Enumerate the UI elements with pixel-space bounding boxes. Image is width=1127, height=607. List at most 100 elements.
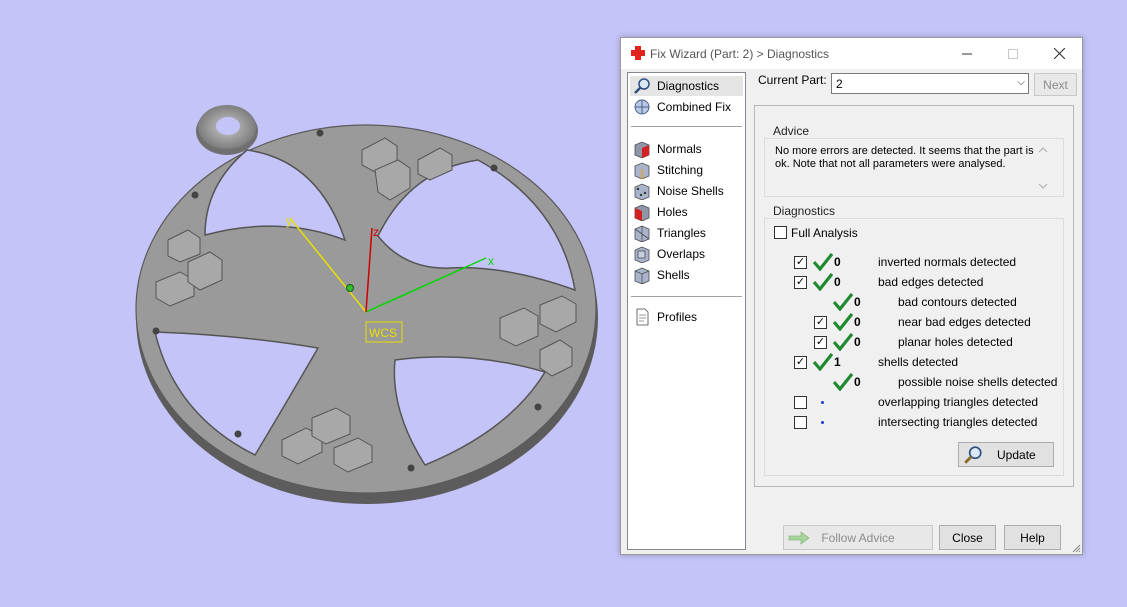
nav-item-overlaps[interactable]: Overlaps (630, 244, 743, 264)
label-bad-edges: bad edges detected (878, 275, 984, 289)
magnifier-icon (964, 445, 982, 464)
current-part-value: 2 (836, 77, 843, 91)
current-part-label: Current Part: (758, 73, 827, 87)
axis-label-y: y (286, 214, 292, 228)
check-bad-edges[interactable]: ✓ (794, 276, 807, 289)
count-near-bad-edges: 0 (854, 315, 861, 329)
chevron-down-icon: ⌵ (1017, 77, 1025, 88)
3d-viewport[interactable]: y x z WCS (0, 0, 620, 607)
magnifier-icon (634, 78, 650, 94)
checkmark-icon (833, 333, 853, 351)
close-button[interactable]: Close (939, 525, 996, 550)
shells-icon (634, 267, 650, 284)
check-near-bad-edges[interactable]: ✓ (814, 316, 827, 329)
nav-label: Combined Fix (657, 100, 732, 114)
status-dot (821, 421, 824, 424)
axis-label-x: x (488, 254, 494, 268)
nav-label: Shells (657, 268, 690, 282)
nav-item-profiles[interactable]: Profiles (630, 307, 743, 327)
minimize-button[interactable] (944, 38, 990, 69)
nav-item-noise-shells[interactable]: Noise Shells (630, 181, 743, 201)
check-planar-holes[interactable]: ✓ (814, 336, 827, 349)
full-analysis-label: Full Analysis (791, 226, 858, 240)
update-button[interactable]: Update (958, 442, 1054, 467)
nav-item-normals[interactable]: Normals (630, 139, 743, 159)
update-label: Update (997, 447, 1036, 462)
full-analysis-checkbox[interactable] (774, 226, 787, 239)
nav-item-diagnostics[interactable]: Diagnostics (630, 76, 743, 96)
count-shells: 1 (834, 355, 841, 369)
help-button[interactable]: Help (1004, 525, 1061, 550)
triangles-icon (634, 225, 650, 242)
checkmark-icon (813, 273, 833, 291)
nav-item-holes[interactable]: Holes (630, 202, 743, 222)
maximize-button[interactable] (990, 38, 1036, 69)
check-shells[interactable]: ✓ (794, 356, 807, 369)
count-planar-holes: 0 (854, 335, 861, 349)
label-bad-contours: bad contours detected (898, 295, 1017, 309)
diagnostics-title: Diagnostics (771, 204, 838, 218)
profiles-icon (636, 308, 649, 326)
count-bad-edges: 0 (834, 275, 841, 289)
nav-label: Profiles (657, 310, 698, 324)
arrow-right-icon (788, 531, 810, 545)
checkmark-icon (833, 373, 853, 391)
checkmark-icon (833, 293, 853, 311)
combined-fix-icon (634, 99, 650, 115)
checkmark-icon (833, 313, 853, 331)
wcs-label: WCS (369, 326, 397, 340)
pendant-ring (196, 105, 258, 155)
count-noise-shells: 0 (854, 375, 861, 389)
overlaps-icon (634, 246, 650, 263)
normals-icon (634, 141, 650, 158)
checkmark-icon (813, 253, 833, 271)
nav-label: Diagnostics (657, 79, 720, 93)
axis-label-z: z (373, 225, 379, 239)
close-window-button[interactable] (1036, 38, 1082, 69)
close-icon (1053, 48, 1065, 59)
advice-title: Advice (771, 124, 812, 138)
status-dot (821, 401, 824, 404)
next-button[interactable]: Next (1034, 73, 1077, 96)
nav-item-combined-fix[interactable]: Combined Fix (630, 97, 743, 117)
dialog-title: Fix Wizard (Part: 2) > Diagnostics (650, 47, 830, 61)
nav-label: Normals (657, 142, 702, 156)
nav-label: Triangles (657, 226, 706, 240)
minimize-icon (962, 53, 972, 54)
red-cross-icon (631, 46, 645, 60)
title-bar[interactable]: Fix Wizard (Part: 2) > Diagnostics (621, 38, 1082, 69)
label-shells: shells detected (878, 355, 959, 369)
check-inverted-normals[interactable]: ✓ (794, 256, 807, 269)
nav-label: Overlaps (657, 247, 706, 261)
nav-separator (631, 296, 742, 297)
nav-label: Stitching (657, 163, 704, 177)
follow-advice-button[interactable]: Follow Advice (783, 525, 933, 550)
label-overlapping-triangles: overlapping triangles detected (878, 395, 1039, 409)
wizard-nav-list[interactable]: Diagnostics Combined Fix Normals Stitchi… (627, 72, 746, 550)
label-near-bad-edges: near bad edges detected (898, 315, 1031, 329)
nav-item-stitching[interactable]: Stitching (630, 160, 743, 180)
advice-scrollbar[interactable] (1036, 145, 1050, 191)
follow-advice-label: Follow Advice (821, 530, 895, 545)
maximize-icon (1008, 48, 1018, 59)
nav-item-triangles[interactable]: Triangles (630, 223, 743, 243)
noise-shells-icon (634, 183, 650, 200)
advice-text: No more errors are detected. It seems th… (775, 145, 1034, 170)
check-overlapping-triangles[interactable] (794, 396, 807, 409)
pendant-model[interactable] (135, 124, 598, 504)
checkmark-icon (813, 353, 833, 371)
resize-grip-icon[interactable] (1071, 543, 1081, 553)
label-inverted-normals: inverted normals detected (878, 255, 1017, 269)
count-inverted-normals: 0 (834, 255, 841, 269)
stitching-icon (634, 162, 650, 179)
holes-icon (634, 204, 650, 221)
fix-wizard-dialog: Fix Wizard (Part: 2) > Diagnostics Diagn… (620, 37, 1083, 555)
nav-item-shells[interactable]: Shells (630, 265, 743, 285)
nav-separator (631, 126, 742, 127)
nav-label: Noise Shells (657, 184, 724, 198)
nav-label: Holes (657, 205, 688, 219)
label-planar-holes: planar holes detected (898, 335, 1013, 349)
label-noise-shells: possible noise shells detected (898, 375, 1058, 389)
current-part-select[interactable]: 2 ⌵ (831, 73, 1029, 94)
check-intersecting-triangles[interactable] (794, 416, 807, 429)
